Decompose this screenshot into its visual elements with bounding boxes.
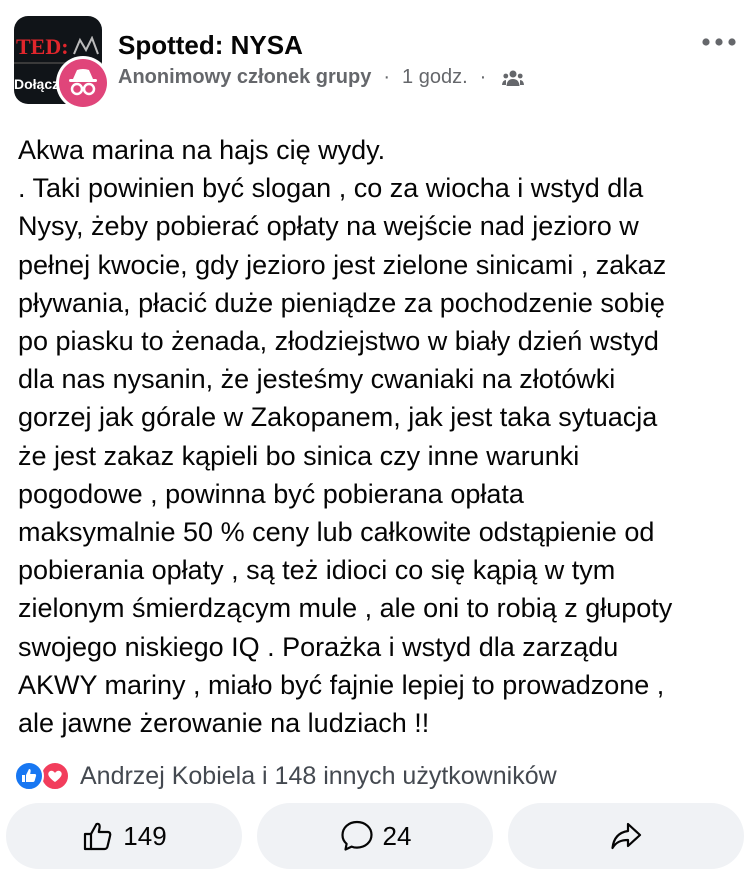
post-line: swojego niskiego IQ . Porażka i wstyd dl… [18, 631, 619, 662]
reaction-icons [14, 759, 76, 793]
group-name-link[interactable]: Spotted: NYSA [118, 30, 303, 61]
post-line: pływania, płacić duże pieniądze za pocho… [18, 287, 665, 318]
group-avatar-text: TED: [16, 34, 69, 59]
more-options-icon[interactable] [700, 30, 740, 54]
post-header: TED: Dołącz Spotted: NYSA Anonimowy czło… [0, 0, 750, 112]
post-line: Akwa marina na hajs cię wydy. [18, 135, 386, 165]
post-action-bar: 149 24 [0, 803, 750, 869]
post-line: AKWY mariny , miało być fajnie lepiej to… [18, 669, 665, 700]
reactions-summary-text[interactable]: Andrzej Kobiela i 148 innych użytkownikó… [80, 762, 557, 791]
incognito-icon [69, 69, 97, 96]
post-line: po piasku to żenada, złodziejstwo w biał… [18, 326, 659, 357]
meta-separator: · [383, 66, 391, 88]
avatar-figure-icon [73, 36, 99, 55]
post-meta: Anonimowy członek grupy · 1 godz. · [118, 66, 525, 89]
group-avatar-join-text: Dołącz [14, 76, 60, 92]
reactions-summary[interactable]: Andrzej Kobiela i 148 innych użytkownikó… [14, 759, 557, 793]
post-body: Akwa marina na hajs cię wydy. . Taki pow… [18, 131, 734, 742]
post-line: maksymalnie 50 % ceny lub całkowite odst… [18, 517, 655, 548]
post-timestamp[interactable]: 1 godz. [402, 66, 468, 89]
love-reaction-icon [40, 761, 70, 791]
share-arrow-icon [611, 822, 642, 850]
group-people-icon [502, 70, 525, 86]
like-button[interactable]: 149 [6, 803, 242, 869]
post-line: dla nas nysanin, że jesteśmy cwaniaki na… [18, 364, 616, 395]
comment-bubble-icon [340, 820, 373, 851]
post-line: zielonym śmierdzącym mule , ale oni to r… [18, 593, 673, 624]
meta-separator-2: · [479, 66, 487, 88]
thumbs-up-icon [84, 822, 112, 851]
post-line: Nysy, żeby pobierać opłaty na wejście na… [18, 211, 639, 242]
post-line: pełnej kwocie, gdy jezioro jest zielone … [18, 249, 667, 280]
post-line: gorzej jak górale w Zakopanem, jak jest … [18, 402, 658, 433]
post-author[interactable]: Anonimowy członek grupy [118, 66, 371, 89]
comment-button[interactable]: 24 [257, 803, 493, 869]
post-line: . Taki powinien być slogan , co za wioch… [18, 173, 644, 204]
post-line: pobierania opłaty , są też idioci co się… [18, 555, 616, 586]
post-line: pogodowe , powinna być pobierana opłata [18, 478, 524, 509]
like-reaction-icon [14, 761, 44, 791]
share-button[interactable] [508, 803, 744, 869]
comment-count: 24 [382, 820, 412, 851]
post-line: że jest zakaz kąpieli bo sinica czy inne… [18, 440, 580, 471]
anonymous-member-avatar[interactable] [56, 56, 110, 110]
post-line: ale jawne żerowanie na ludziach !! [18, 708, 430, 739]
like-count: 149 [123, 820, 167, 851]
